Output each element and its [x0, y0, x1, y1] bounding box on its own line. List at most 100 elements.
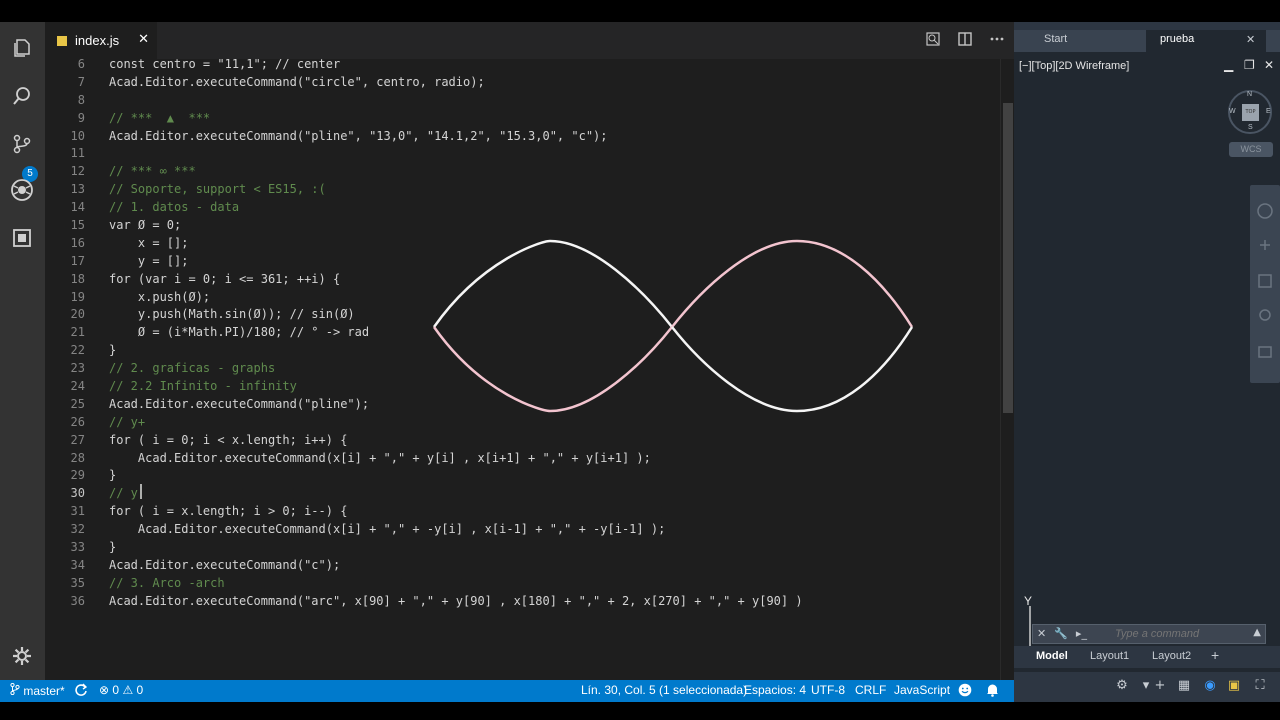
split-editor-icon[interactable]: [958, 32, 972, 50]
line-code: for (var i = 0; i <= 361; ++i) {: [109, 271, 341, 286]
code-line[interactable]: 9 // *** ▲ ***: [45, 110, 1000, 128]
status-bar: master* ⊗ 0 ⚠ 0 Lín. 30, Col. 5 (1 selec…: [0, 680, 1014, 702]
scroll-thumb[interactable]: [1003, 103, 1013, 413]
line-number: 30: [70, 486, 85, 501]
acad-tab-prueba[interactable]: prueba ✕: [1146, 30, 1266, 52]
status-grid-icon[interactable]: ▦: [1176, 678, 1192, 694]
cursor-position[interactable]: Lín. 30, Col. 5 (1 seleccionada): [581, 683, 747, 697]
line-code: }: [109, 468, 117, 483]
line-code: Acad.Editor.executeCommand("circle", cen…: [109, 74, 485, 89]
extensions-icon[interactable]: [8, 224, 36, 252]
line-number: 7: [77, 74, 85, 89]
line-code: x.push(Ø);: [109, 289, 211, 304]
notifications-bell-icon[interactable]: [986, 683, 999, 700]
line-number: 27: [70, 432, 85, 447]
code-line[interactable]: 30 // y: [45, 485, 1000, 503]
line-number: 36: [70, 593, 85, 608]
tab-close-icon[interactable]: ✕: [138, 32, 149, 47]
autocad-window: Start prueba ✕ [−][Top][2D Wireframe] ▁ …: [1014, 22, 1280, 702]
source-control-icon[interactable]: [8, 130, 36, 158]
more-actions-icon[interactable]: [990, 32, 1004, 50]
code-line[interactable]: 7 Acad.Editor.executeCommand("circle", ce…: [45, 74, 1000, 92]
debug-icon[interactable]: [8, 176, 36, 204]
status-ortho-icon[interactable]: +: [1152, 678, 1168, 694]
layout-tab-layout1[interactable]: Layout1: [1090, 650, 1129, 662]
line-number: 26: [70, 414, 85, 429]
line-code: }: [109, 343, 117, 358]
line-number: 14: [70, 200, 85, 215]
add-layout-button[interactable]: +: [1211, 647, 1219, 663]
line-number: 13: [70, 182, 85, 197]
line-code: var Ø = 0;: [109, 218, 182, 233]
line-code: // Soporte, support < ES15, :(: [109, 182, 326, 197]
explorer-icon[interactable]: [8, 34, 36, 62]
viewport-close-icon[interactable]: ✕: [1264, 58, 1274, 72]
navigation-bar[interactable]: [1250, 185, 1280, 383]
command-input[interactable]: [1115, 628, 1245, 640]
code-line[interactable]: 12 // *** ∞ ***: [45, 163, 1000, 181]
sync-icon[interactable]: [75, 683, 88, 700]
encoding[interactable]: UTF-8: [811, 683, 845, 697]
code-line[interactable]: 15 var Ø = 0;: [45, 217, 1000, 235]
code-editor[interactable]: 6 const centro = "11,1"; // center 7 Acad.E…: [45, 59, 1014, 680]
code-line[interactable]: 27 for ( i = 0; i < x.length; i++) {: [45, 432, 1000, 450]
line-endings[interactable]: CRLF: [855, 683, 886, 697]
layout-tabs: Model Layout1 Layout2 +: [1014, 646, 1280, 668]
vscode-window: 5 index.js ✕ 6 const centro = "11,1"; //…: [0, 22, 1014, 702]
code-line[interactable]: 8: [45, 92, 1000, 110]
code-line[interactable]: 13 // Soporte, support < ES15, :(: [45, 181, 1000, 199]
code-line[interactable]: 28 Acad.Editor.executeCommand(x[i] + ","…: [45, 450, 1000, 468]
settings-gear-icon[interactable]: [8, 642, 36, 670]
code-line[interactable]: 35 // 3. Arco -arch: [45, 575, 1000, 593]
code-line[interactable]: 34 Acad.Editor.executeCommand("c");: [45, 557, 1000, 575]
viewcube-top-face[interactable]: TOP: [1242, 104, 1259, 121]
wcs-menu[interactable]: WCS: [1229, 142, 1273, 157]
viewcube-e: E: [1266, 108, 1271, 115]
problems-indicator[interactable]: ⊗ 0 ⚠ 0: [99, 683, 143, 697]
code-line[interactable]: 33}: [45, 539, 1000, 557]
status-fullscreen-icon[interactable]: ⛶: [1252, 678, 1268, 694]
viewport-restore-icon[interactable]: ❐: [1244, 58, 1255, 72]
line-number: 6: [77, 59, 85, 71]
acad-tab-close-icon[interactable]: ✕: [1246, 33, 1255, 46]
code-line[interactable]: 36 Acad.Editor.executeCommand("arc", x[90…: [45, 593, 1000, 611]
line-number: 29: [70, 468, 85, 483]
line-code: y = [];: [109, 253, 189, 268]
status-osnap-icon[interactable]: ▣: [1226, 678, 1242, 694]
code-line[interactable]: 14 // 1. datos - data: [45, 199, 1000, 217]
language-mode[interactable]: JavaScript: [894, 683, 950, 697]
editor-actions: [926, 32, 1004, 50]
indentation[interactable]: Espacios: 4: [744, 683, 806, 697]
code-line[interactable]: 29}: [45, 467, 1000, 485]
git-branch[interactable]: master*: [10, 682, 65, 698]
status-polar-icon[interactable]: ◉: [1202, 678, 1218, 694]
line-code: // 1. datos - data: [109, 200, 240, 215]
cmd-customize-icon[interactable]: 🔧: [1054, 627, 1068, 640]
line-code: x = [];: [109, 235, 189, 250]
editor-scrollbar[interactable]: [1000, 59, 1014, 680]
viewport-minimize-icon[interactable]: ▁: [1224, 58, 1233, 72]
viewcube[interactable]: N S W E TOP: [1228, 90, 1272, 134]
search-icon[interactable]: [8, 82, 36, 110]
cmd-recent-icon[interactable]: ▸_: [1076, 627, 1087, 640]
code-line[interactable]: 6 const centro = "11,1"; // center: [45, 59, 1000, 74]
status-settings-icon[interactable]: ⚙: [1114, 678, 1130, 694]
feedback-smiley-icon[interactable]: [958, 683, 972, 700]
open-changes-icon[interactable]: [926, 32, 940, 50]
line-number: 9: [77, 110, 85, 125]
code-line[interactable]: 11: [45, 145, 1000, 163]
acad-drawing-area[interactable]: [−][Top][2D Wireframe] ▁ ❐ ✕ N S W E TOP…: [1016, 52, 1280, 661]
line-number: 10: [70, 128, 85, 143]
tab-index-js[interactable]: index.js ✕: [45, 22, 157, 59]
code-line[interactable]: 10 Acad.Editor.executeCommand("pline", "1…: [45, 128, 1000, 146]
layout-tab-model[interactable]: Model: [1036, 650, 1068, 662]
command-line[interactable]: ✕ 🔧 ▸_ ▲: [1032, 624, 1266, 644]
code-line[interactable]: 32 Acad.Editor.executeCommand(x[i] + ","…: [45, 521, 1000, 539]
infinity-curve-drawing: [432, 239, 914, 413]
layout-tab-layout2[interactable]: Layout2: [1152, 650, 1191, 662]
viewport-controls-label[interactable]: [−][Top][2D Wireframe]: [1019, 60, 1129, 72]
cmd-close-icon[interactable]: ✕: [1037, 627, 1046, 640]
acad-tab-start[interactable]: Start: [1044, 33, 1067, 45]
cmd-history-up-icon[interactable]: ▲: [1253, 627, 1261, 638]
code-line[interactable]: 31 for ( i = x.length; i > 0; i--) {: [45, 503, 1000, 521]
